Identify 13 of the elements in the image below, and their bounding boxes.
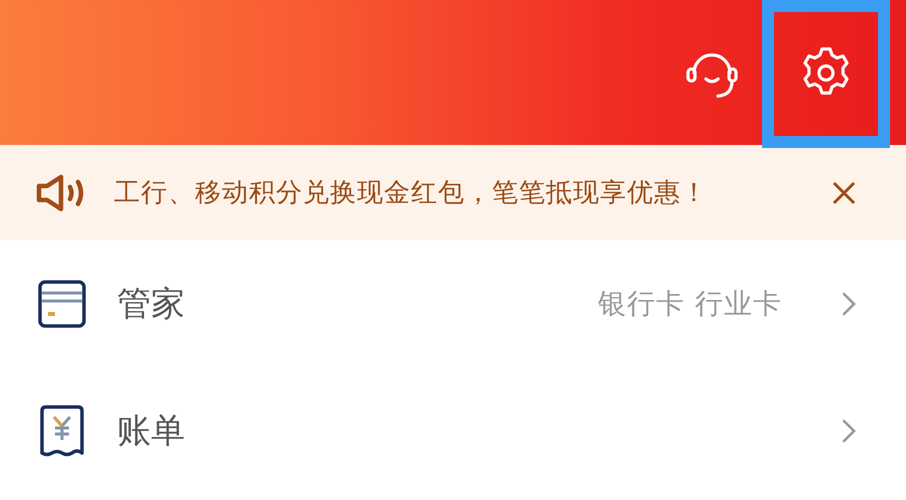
menu-row[interactable]: 账单 [0,367,906,494]
card-icon [38,280,86,328]
speaker-icon [36,174,86,212]
close-button[interactable] [832,180,856,204]
menu-row[interactable]: 管家 银行卡 行业卡 [0,240,906,367]
notice-text: 工行、移动积分兑换现金红包，笔笔抵现享优惠！ [114,177,709,210]
row-label: 管家 [117,282,186,326]
row-detail: 银行卡 行业卡 [598,286,782,322]
chevron-icon [842,418,856,442]
row-label: 账单 [117,410,186,452]
close-icon [832,180,856,204]
chevron-icon [842,292,856,316]
receipt-icon [39,404,85,456]
